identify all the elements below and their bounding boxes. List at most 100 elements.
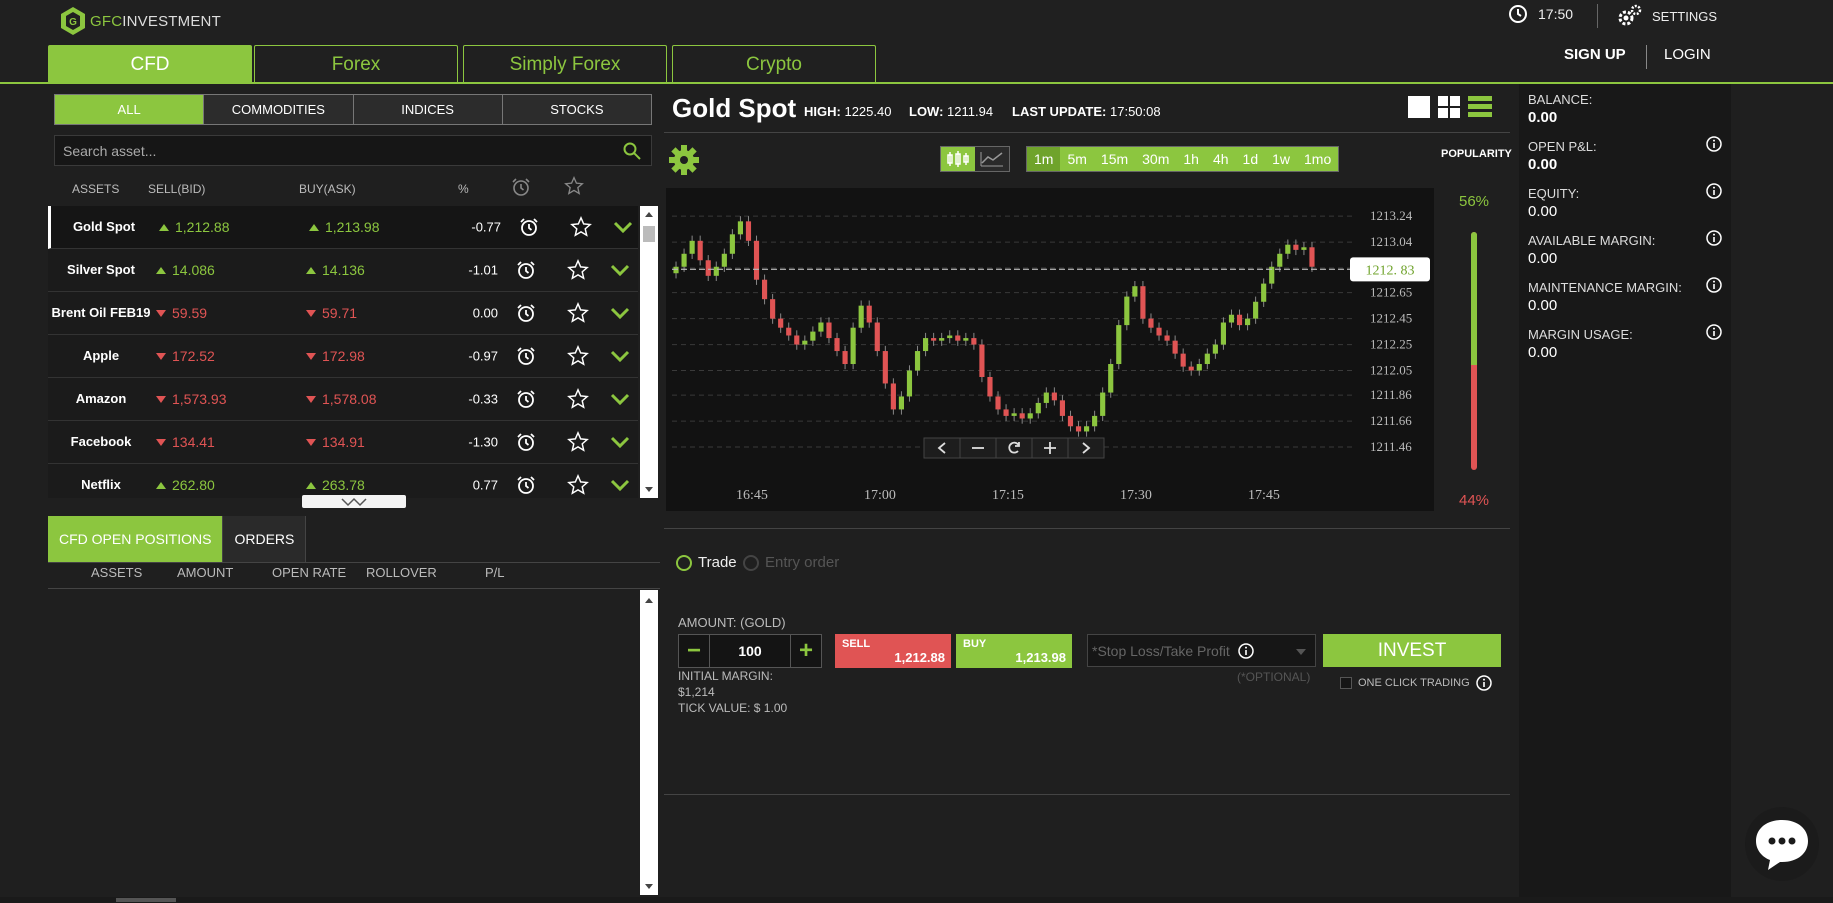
invest-button[interactable]: INVEST xyxy=(1323,634,1501,667)
tab-cfd[interactable]: CFD xyxy=(48,45,252,84)
stop-loss-take-profit-select[interactable]: *Stop Loss/Take Profit xyxy=(1087,634,1316,667)
sell-price[interactable]: 1,573.93 xyxy=(156,391,227,407)
asset-row[interactable]: Apple 172.52 172.98 -0.97 xyxy=(48,335,638,378)
star-icon[interactable] xyxy=(567,388,589,410)
asset-row[interactable]: Amazon 1,573.93 1,578.08 -0.33 xyxy=(48,378,638,421)
price-chart[interactable]: 1213.24 1213.04 1212.65 1212.45 1212.25 1212.… xyxy=(666,188,1434,511)
chevron-down-icon[interactable] xyxy=(610,263,630,277)
asset-row[interactable]: Facebook 134.41 134.91 -1.30 xyxy=(48,421,638,464)
alarm-icon[interactable] xyxy=(516,432,536,452)
info-icon[interactable] xyxy=(1706,183,1722,199)
tab-open-positions[interactable]: CFD OPEN POSITIONS xyxy=(48,516,224,562)
candlestick-chart[interactable]: 1213.24 1213.04 1212.65 1212.45 1212.25 1212.… xyxy=(666,188,1434,511)
grid-layout-icon[interactable] xyxy=(1438,96,1460,118)
entry-order-radio[interactable]: Entry order xyxy=(743,554,839,571)
sell-price[interactable]: 172.52 xyxy=(156,348,215,364)
chevron-down-icon[interactable] xyxy=(610,392,630,406)
asset-row[interactable]: Gold Spot 1,212.88 1,213.98 -0.77 xyxy=(48,206,638,249)
info-icon[interactable] xyxy=(1706,277,1722,293)
settings-button[interactable]: SETTINGS xyxy=(1616,4,1717,28)
trade-mode-radio[interactable]: Trade xyxy=(676,554,737,571)
timeframe-4h[interactable]: 4h xyxy=(1205,147,1236,171)
info-icon[interactable] xyxy=(1238,643,1254,659)
alarm-column-icon[interactable] xyxy=(511,177,531,197)
star-icon[interactable] xyxy=(567,345,589,367)
timeframe-1m[interactable]: 1m xyxy=(1027,147,1061,171)
info-icon[interactable] xyxy=(1706,136,1722,152)
buy-price[interactable]: 59.71 xyxy=(306,305,357,321)
sell-price[interactable]: 59.59 xyxy=(156,305,207,321)
single-layout-icon[interactable] xyxy=(1408,96,1430,118)
scroll-down-icon[interactable] xyxy=(640,881,658,893)
chat-button[interactable] xyxy=(1745,807,1819,881)
info-icon[interactable] xyxy=(1706,324,1722,340)
buy-price[interactable]: 1,213.98 xyxy=(309,219,380,235)
tab-forex[interactable]: Forex xyxy=(254,45,458,84)
info-icon[interactable] xyxy=(1475,675,1492,691)
chart-nav-refresh-button[interactable] xyxy=(995,437,1033,459)
decrease-amount-button[interactable]: − xyxy=(679,635,709,667)
chart-nav-chevron-right-button[interactable] xyxy=(1067,437,1105,459)
sell-price[interactable]: 14.086 xyxy=(156,262,215,278)
scroll-down-icon[interactable] xyxy=(640,484,658,496)
timeframe-1mo[interactable]: 1mo xyxy=(1297,147,1339,171)
chevron-down-icon[interactable] xyxy=(610,478,630,492)
filter-stocks[interactable]: STOCKS xyxy=(502,95,651,124)
asset-row[interactable]: Silver Spot 14.086 14.136 -1.01 xyxy=(48,249,638,292)
scroll-up-icon[interactable] xyxy=(640,208,658,220)
sell-price[interactable]: 262.80 xyxy=(156,477,215,493)
filter-commodities[interactable]: COMMODITIES xyxy=(204,95,354,124)
asset-list-scrollbar[interactable] xyxy=(640,206,658,498)
bottom-scrollbar[interactable] xyxy=(0,897,1833,903)
tab-simply-forex[interactable]: Simply Forex xyxy=(463,45,667,84)
alarm-icon[interactable] xyxy=(516,389,536,409)
scrollbar-thumb[interactable] xyxy=(643,226,655,242)
timeframe-1h[interactable]: 1h xyxy=(1176,147,1206,171)
candlestick-chart-button[interactable] xyxy=(941,147,975,171)
search-input[interactable] xyxy=(55,136,651,165)
star-icon[interactable] xyxy=(567,431,589,453)
sell-price[interactable]: 134.41 xyxy=(156,434,215,450)
login-button[interactable]: LOGIN xyxy=(1664,46,1711,63)
alarm-icon[interactable] xyxy=(516,346,536,366)
info-icon[interactable] xyxy=(1706,230,1722,246)
scroll-up-icon[interactable] xyxy=(640,594,658,606)
amount-value[interactable]: 100 xyxy=(709,635,791,667)
filter-all[interactable]: ALL xyxy=(55,95,205,124)
list-layout-icon[interactable] xyxy=(1468,96,1492,118)
filter-indices[interactable]: INDICES xyxy=(353,95,503,124)
panel-resize-handle[interactable] xyxy=(302,495,406,508)
sign-up-button[interactable]: SIGN UP xyxy=(1564,46,1626,63)
star-icon[interactable] xyxy=(567,474,589,496)
star-icon[interactable] xyxy=(570,216,592,238)
chart-nav-chevron-left-button[interactable] xyxy=(923,437,961,459)
buy-price[interactable]: 263.78 xyxy=(306,477,365,493)
one-click-trading[interactable]: ONE CLICK TRADING xyxy=(1340,675,1492,691)
star-column-icon[interactable] xyxy=(564,176,584,196)
timeframe-5m[interactable]: 5m xyxy=(1060,147,1094,171)
buy-price[interactable]: 14.136 xyxy=(306,262,365,278)
chevron-down-icon[interactable] xyxy=(610,435,630,449)
chevron-down-icon[interactable] xyxy=(610,349,630,363)
search-icon[interactable] xyxy=(623,142,641,160)
timeframe-15m[interactable]: 15m xyxy=(1093,147,1136,171)
line-chart-button[interactable] xyxy=(975,147,1009,171)
timeframe-1d[interactable]: 1d xyxy=(1235,147,1266,171)
alarm-icon[interactable] xyxy=(516,260,536,280)
tab-crypto[interactable]: Crypto xyxy=(672,45,876,84)
increase-amount-button[interactable]: + xyxy=(791,635,821,667)
buy-price[interactable]: 134.91 xyxy=(306,434,365,450)
chevron-down-icon[interactable] xyxy=(610,306,630,320)
star-icon[interactable] xyxy=(567,259,589,281)
positions-scrollbar[interactable] xyxy=(640,590,658,895)
alarm-icon[interactable] xyxy=(516,475,536,495)
asset-row[interactable]: Netflix 262.80 263.78 0.77 xyxy=(48,464,638,498)
alarm-icon[interactable] xyxy=(516,303,536,323)
scrollbar-thumb[interactable] xyxy=(116,898,176,902)
tab-orders[interactable]: ORDERS xyxy=(223,516,307,562)
buy-price[interactable]: 172.98 xyxy=(306,348,365,364)
timeframe-30m[interactable]: 30m xyxy=(1135,147,1177,171)
logo[interactable]: G GFCINVESTMENT xyxy=(60,6,221,36)
alarm-icon[interactable] xyxy=(519,217,539,237)
buy-button[interactable]: BUY 1,213.98 xyxy=(956,634,1072,668)
